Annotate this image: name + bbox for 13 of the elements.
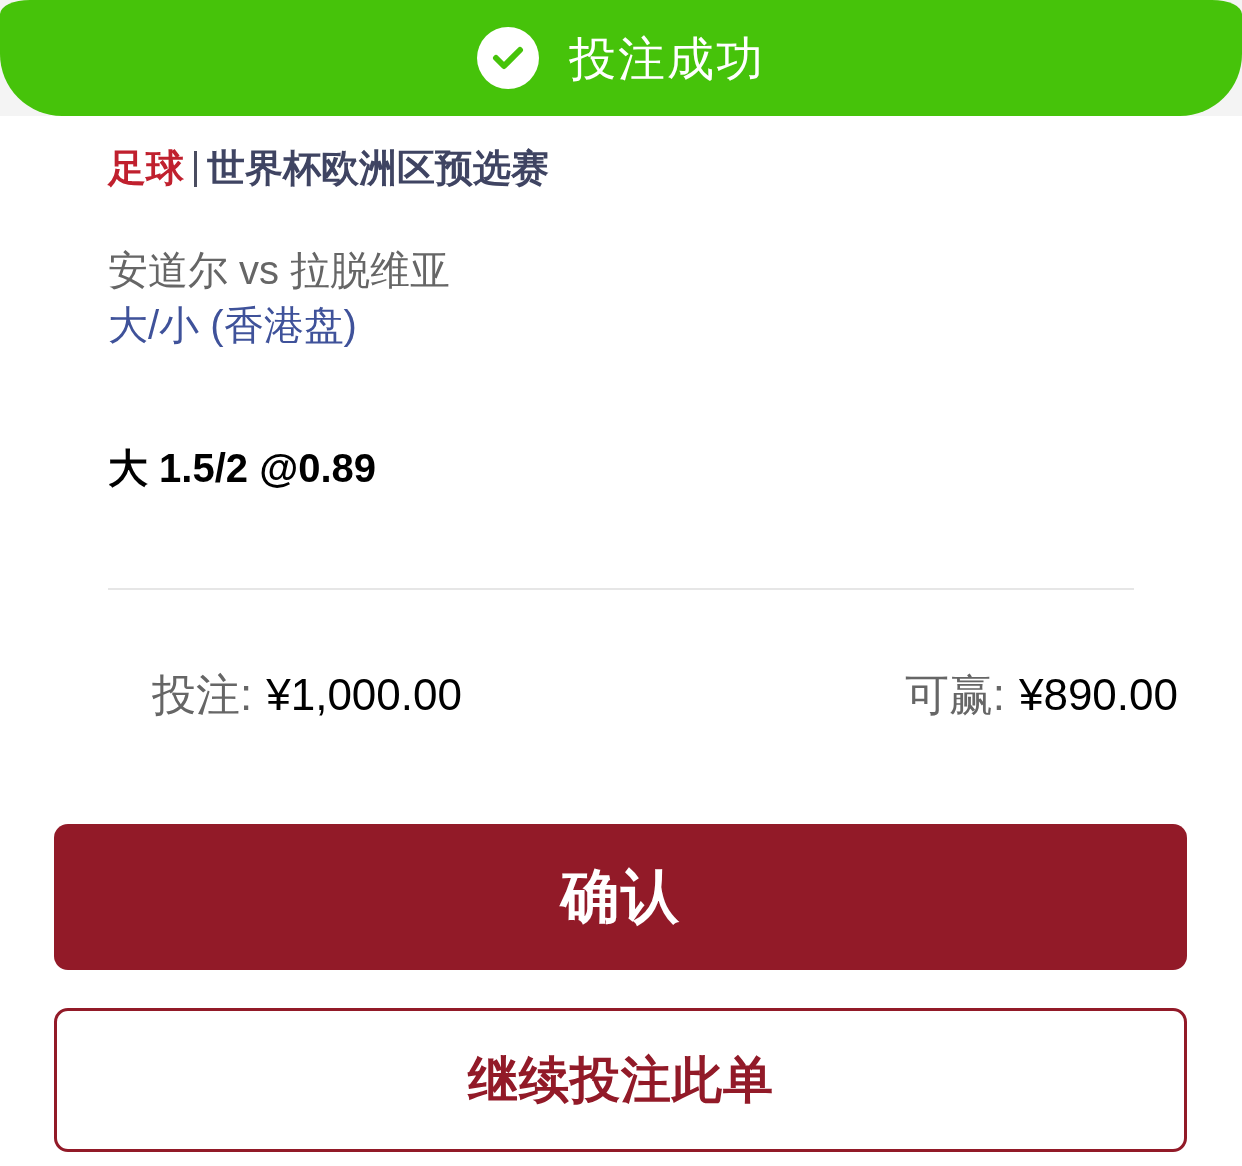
check-icon	[477, 27, 539, 89]
competition-title: 世界杯欧洲区预选赛	[207, 146, 549, 191]
continue-betting-button[interactable]: 继续投注此单	[54, 1008, 1187, 1152]
confirm-button[interactable]: 确认	[54, 824, 1187, 970]
bet-selection: 大 1.5/2 @0.89	[108, 445, 378, 492]
sport-label: 足球	[108, 146, 184, 191]
stake-label: 投注:	[152, 669, 253, 721]
payout-amount: ¥890.00	[1018, 669, 1178, 721]
match-title: 安道尔 vs 拉脱维亚	[108, 247, 452, 294]
payout-label: 可赢:	[904, 669, 1005, 721]
success-message: 投注成功	[569, 34, 765, 82]
market-type: 大/小 (香港盘)	[108, 302, 358, 349]
stake-amount: ¥1,000.00	[266, 669, 462, 721]
